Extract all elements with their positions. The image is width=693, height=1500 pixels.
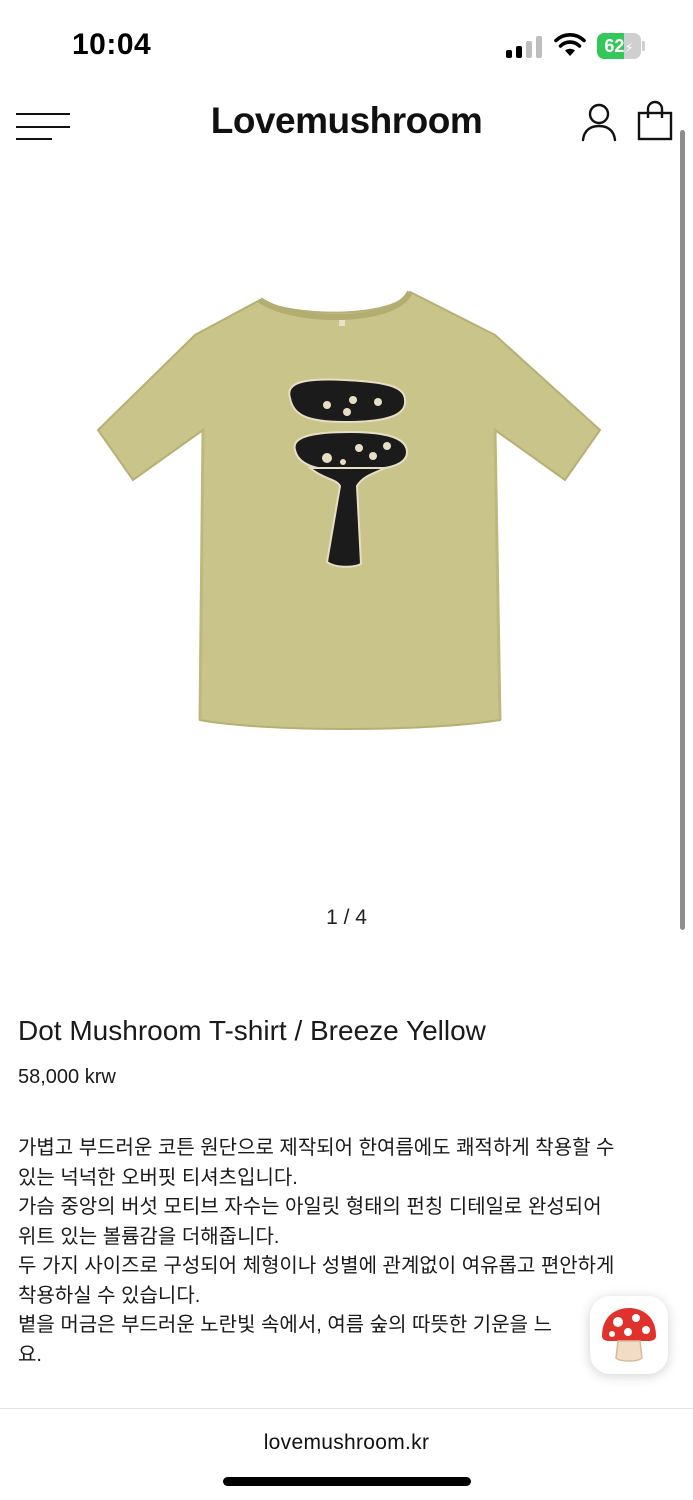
print-second-cap bbox=[293, 430, 409, 472]
site-header: Lovemushroom bbox=[0, 92, 693, 156]
description-line: 있는 넉넉한 오버핏 티셔츠입니다. bbox=[18, 1166, 298, 1189]
signal-icon bbox=[506, 36, 544, 58]
cart-button[interactable] bbox=[636, 100, 674, 142]
product-title: Dot Mushroom T-shirt / Breeze Yellow bbox=[18, 1015, 486, 1046]
battery-icon: 62⚡ bbox=[597, 33, 645, 59]
description-line: 가볍고 부드러운 코튼 원단으로 제작되어 한여름에도 쾌적하게 착용할 수 bbox=[18, 1137, 615, 1159]
description-line: 가슴 중앙의 버섯 모티브 자수는 아일릿 형태의 펀칭 디테일로 완성되어 bbox=[18, 1196, 602, 1218]
product-price: 58,000 krw bbox=[18, 1066, 116, 1088]
product-gallery[interactable] bbox=[0, 160, 693, 900]
browser-bottom-bar: lovemushroom.kr bbox=[0, 1408, 693, 1500]
mushroom-icon bbox=[602, 1308, 656, 1362]
shopping-bag-icon bbox=[637, 100, 673, 141]
product-image[interactable] bbox=[95, 290, 605, 740]
description-line: 착용하실 수 있습니다. bbox=[18, 1284, 201, 1307]
description-line: 볕을 머금은 부드러운 노란빛 속에서, 여름 숲의 따뜻한 기운을 느 bbox=[18, 1314, 552, 1336]
url-domain[interactable]: lovemushroom.kr bbox=[0, 1431, 693, 1455]
wifi-icon bbox=[554, 33, 586, 56]
battery-level: 62⚡ bbox=[604, 36, 634, 56]
description-line: 두 가지 사이즈로 구성되어 체형이나 성별에 관계없이 여유롭고 편안하게 bbox=[18, 1255, 615, 1277]
status-time: 10:04 bbox=[72, 28, 152, 61]
chat-button[interactable] bbox=[590, 1296, 668, 1374]
user-icon bbox=[581, 103, 617, 142]
gallery-pager: 1 / 4 bbox=[326, 906, 367, 929]
product-description: 가볍고 부드러운 코튼 원단으로 제작되어 한여름에도 쾌적하게 착용할 수 있… bbox=[18, 1134, 678, 1370]
description-line: 위트 있는 볼륨감을 더해줍니다. bbox=[18, 1225, 280, 1248]
home-indicator[interactable] bbox=[223, 1477, 471, 1486]
description-line: 요. bbox=[18, 1343, 42, 1366]
account-button[interactable] bbox=[580, 102, 618, 142]
status-bar: 10:04 62⚡ bbox=[0, 0, 693, 92]
